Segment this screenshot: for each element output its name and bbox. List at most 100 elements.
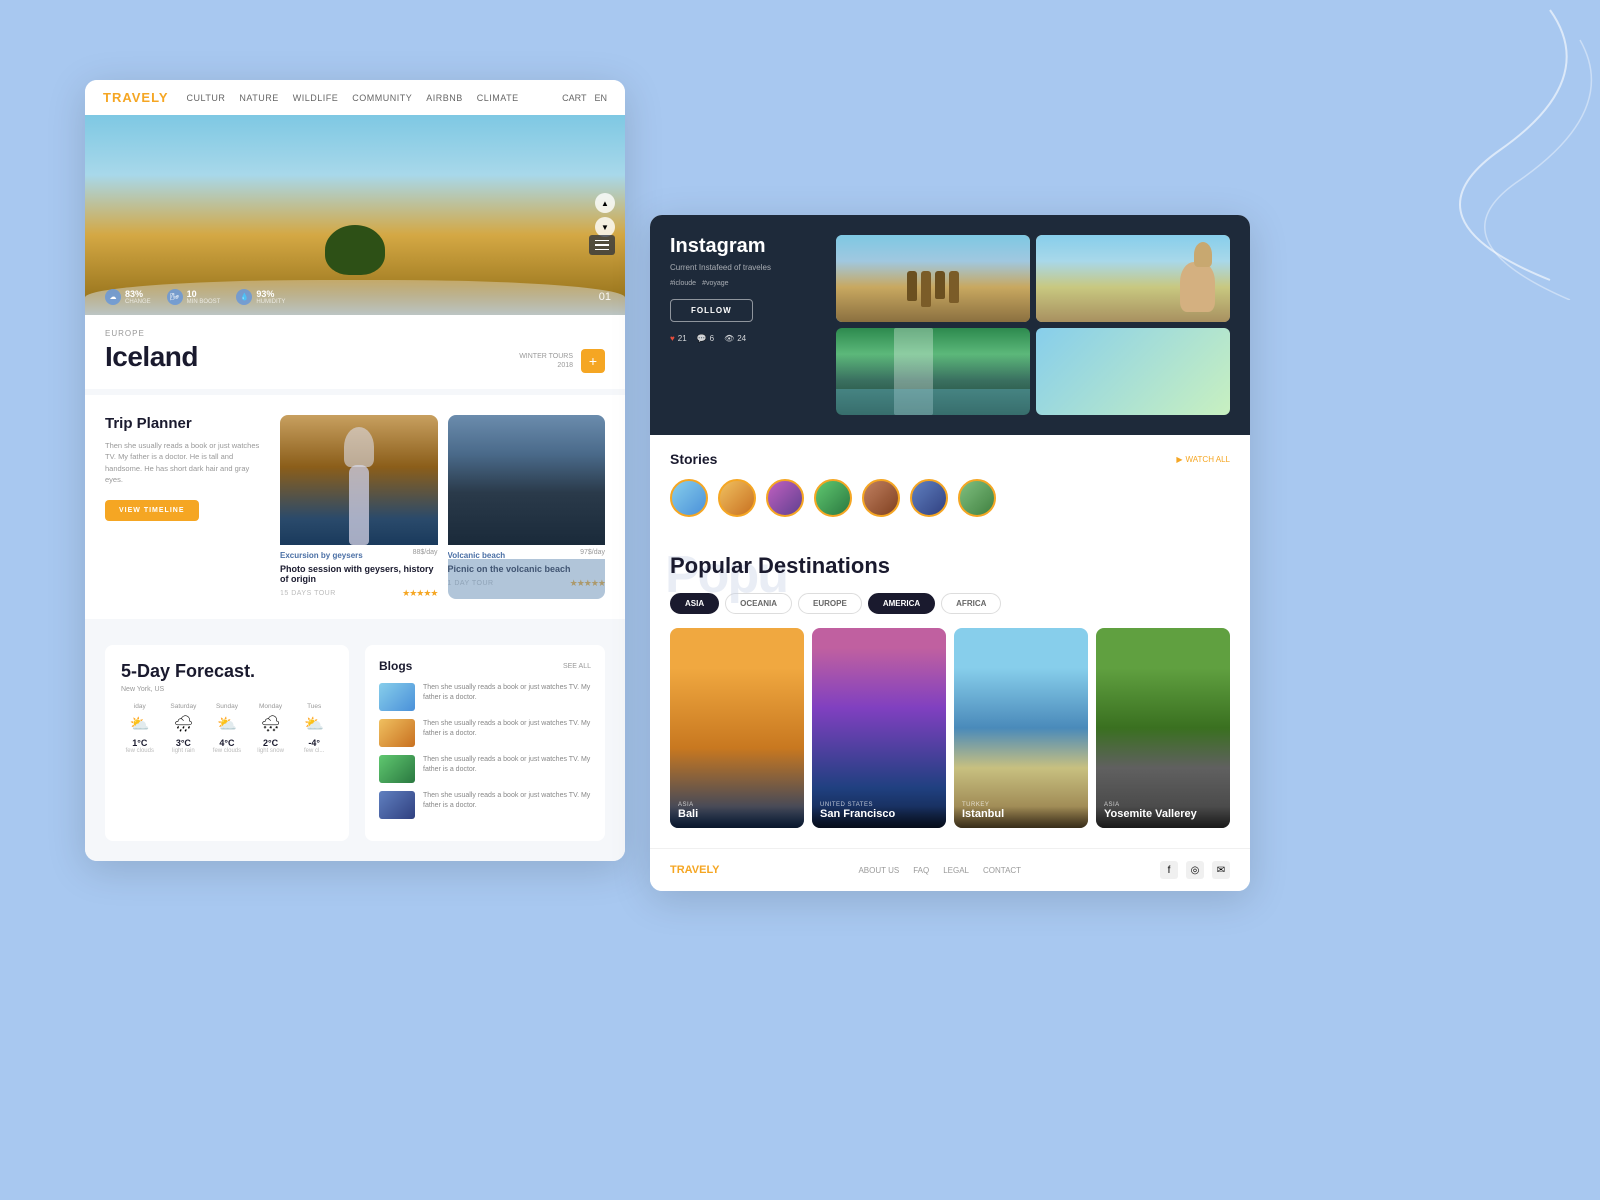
nav-airbnb[interactable]: AIRBNB xyxy=(426,93,463,103)
views-count: 24 xyxy=(737,334,746,343)
wind-label: MIN BOOST xyxy=(187,299,221,305)
wind-icon: 🌬 xyxy=(167,289,183,305)
story-avatar-3[interactable] xyxy=(766,479,804,517)
nav-community[interactable]: COMMUNITY xyxy=(352,93,412,103)
tour-footer-1: 15 DAYS TOUR ★★★★★ xyxy=(280,588,438,599)
destination-san-francisco[interactable]: UNITED STATES San Francisco xyxy=(812,628,946,828)
instagram-section: Instagram Current Instafeed of traveles … xyxy=(650,215,1250,435)
nav-lang[interactable]: EN xyxy=(594,93,607,103)
tour-name-1: Photo session with geysers, history of o… xyxy=(280,564,438,584)
wd-name-2: Saturday xyxy=(165,703,203,710)
nav-cultur[interactable]: CULTUR xyxy=(187,93,226,103)
story-avatar-7[interactable] xyxy=(958,479,996,517)
footer-logo: TRAVELY xyxy=(670,864,720,876)
menu-line-1 xyxy=(595,240,609,242)
wd-name-1: iday xyxy=(121,703,159,710)
trip-planner-desc: Then she usually reads a book or just wa… xyxy=(105,440,260,485)
tours-grid: Excursion by geysers 88$/day Photo sessi… xyxy=(280,415,605,599)
stories-avatars xyxy=(670,479,1230,517)
wd-name-3: Sunday xyxy=(208,703,246,710)
add-tour-button[interactable]: + xyxy=(581,349,605,373)
weather-day-1: iday ⛅ 1°C few clouds xyxy=(121,703,159,754)
weather-days-list: iday ⛅ 1°C few clouds Saturday 🌧 3°C lig… xyxy=(121,703,333,754)
tab-africa[interactable]: AFRICA xyxy=(941,593,1001,614)
story-avatar-1[interactable] xyxy=(670,479,708,517)
nav-right: CART EN xyxy=(562,93,607,103)
destination-right: WINTER TOURS2018 + xyxy=(519,349,605,373)
left-panel: TRAVELY CULTUR NATURE WILDLIFE COMMUNITY… xyxy=(85,80,625,861)
destination-istanbul[interactable]: TURKEY Istanbul xyxy=(954,628,1088,828)
tab-europe[interactable]: EUROPE xyxy=(798,593,862,614)
blog-thumb-2 xyxy=(379,719,415,747)
trip-planner-info: Trip Planner Then she usually reads a bo… xyxy=(105,415,260,599)
nav-cart[interactable]: CART xyxy=(562,93,586,103)
destination-bali[interactable]: ASIA Bali xyxy=(670,628,804,828)
tour-stars-1: ★★★★★ xyxy=(402,588,437,599)
weather-day-5: Tues ⛅ -4° few cl... xyxy=(295,703,333,754)
nav-nature[interactable]: NATURE xyxy=(239,93,278,103)
instagram-icon[interactable]: ◎ xyxy=(1186,861,1204,879)
tab-asia[interactable]: ASIA xyxy=(670,593,719,614)
tour-label-1: Excursion by geysers xyxy=(280,551,363,560)
tab-oceania[interactable]: OCEANIA xyxy=(725,593,792,614)
insta-stat-views: 👁 24 xyxy=(724,334,746,343)
hero-menu-button[interactable] xyxy=(589,235,615,255)
destination-yosemite[interactable]: ASIA Yosemite Vallerey xyxy=(1096,628,1230,828)
blog-thumb-4 xyxy=(379,791,415,819)
instagram-follow-button[interactable]: FOLLOW xyxy=(670,299,753,322)
twitter-icon[interactable]: ✉ xyxy=(1212,861,1230,879)
footer-about[interactable]: ABOUT US xyxy=(858,866,899,875)
wd-temp-4: 2°C xyxy=(252,738,290,748)
bg-decoration xyxy=(1300,0,1600,300)
wd-desc-3: few clouds xyxy=(208,748,246,754)
nav-climate[interactable]: CLIMATE xyxy=(477,93,519,103)
views-icon: 👁 xyxy=(724,334,734,343)
story-avatar-5[interactable] xyxy=(862,479,900,517)
wd-temp-5: -4° xyxy=(295,738,333,748)
popular-destinations-section: Popu Popular Destinations ASIA OCEANIA E… xyxy=(650,533,1250,848)
menu-line-2 xyxy=(595,244,609,246)
insta-stat-likes: ♥ 21 xyxy=(670,334,687,343)
facebook-icon[interactable]: f xyxy=(1160,861,1178,879)
story-avatar-2[interactable] xyxy=(718,479,756,517)
footer-links: ABOUT US FAQ LEGAL CONTACT xyxy=(858,866,1021,875)
nav-wildlife[interactable]: WILDLIFE xyxy=(293,93,339,103)
footer-contact[interactable]: CONTACT xyxy=(983,866,1021,875)
blogs-see-all[interactable]: SEE ALL xyxy=(563,663,591,670)
footer-legal[interactable]: LEGAL xyxy=(943,866,969,875)
blog-text-4: Then she usually reads a book or just wa… xyxy=(423,791,591,811)
stories-section: Stories ▶ WATCH ALL xyxy=(650,435,1250,533)
insta-photo-3 xyxy=(836,328,1030,415)
tour-card-volcanic: Volcanic beach 97$/day Picnic on the vol… xyxy=(448,415,606,599)
wd-icon-2: 🌧 xyxy=(165,714,203,734)
wd-icon-1: ⛅ xyxy=(121,714,159,734)
instagram-subtitle: Current Instafeed of traveles xyxy=(670,263,820,272)
hero-stat-humidity: 💧 93% HUMIDITY xyxy=(236,289,285,305)
story-avatar-4[interactable] xyxy=(814,479,852,517)
story-avatar-6[interactable] xyxy=(910,479,948,517)
instagram-tags: #icloude #voyage xyxy=(670,280,820,287)
tab-america[interactable]: AMERICA xyxy=(868,593,935,614)
comments-count: 6 xyxy=(710,334,714,343)
view-timeline-button[interactable]: VIEW TIMELINE xyxy=(105,500,199,521)
insta-tag-2: #voyage xyxy=(702,280,728,287)
footer-faq[interactable]: FAQ xyxy=(913,866,929,875)
change-value: 83% xyxy=(125,289,151,299)
hero-scroll-up[interactable]: ▲ xyxy=(595,193,615,213)
hero-scroll-down[interactable]: ▼ xyxy=(595,217,615,237)
blog-thumb-1 xyxy=(379,683,415,711)
right-panel: Instagram Current Instafeed of traveles … xyxy=(650,215,1250,891)
change-icon: ☁ xyxy=(105,289,121,305)
weather-day-3: Sunday ⛅ 4°C few clouds xyxy=(208,703,246,754)
wd-icon-3: ⛅ xyxy=(208,714,246,734)
insta-photo-1 xyxy=(836,235,1030,322)
hero-number: 01 xyxy=(599,291,611,303)
popular-title: Popular Destinations xyxy=(670,553,890,578)
blog-item-2: Then she usually reads a book or just wa… xyxy=(379,719,591,747)
instagram-stats: ♥ 21 💬 6 👁 24 xyxy=(670,334,820,343)
yosemite-overlay: ASIA Yosemite Vallerey xyxy=(1096,792,1230,828)
watch-all-button[interactable]: ▶ WATCH ALL xyxy=(1176,455,1230,464)
blog-text-1: Then she usually reads a book or just wa… xyxy=(423,683,591,703)
wd-temp-2: 3°C xyxy=(165,738,203,748)
hero-bg xyxy=(85,115,625,315)
